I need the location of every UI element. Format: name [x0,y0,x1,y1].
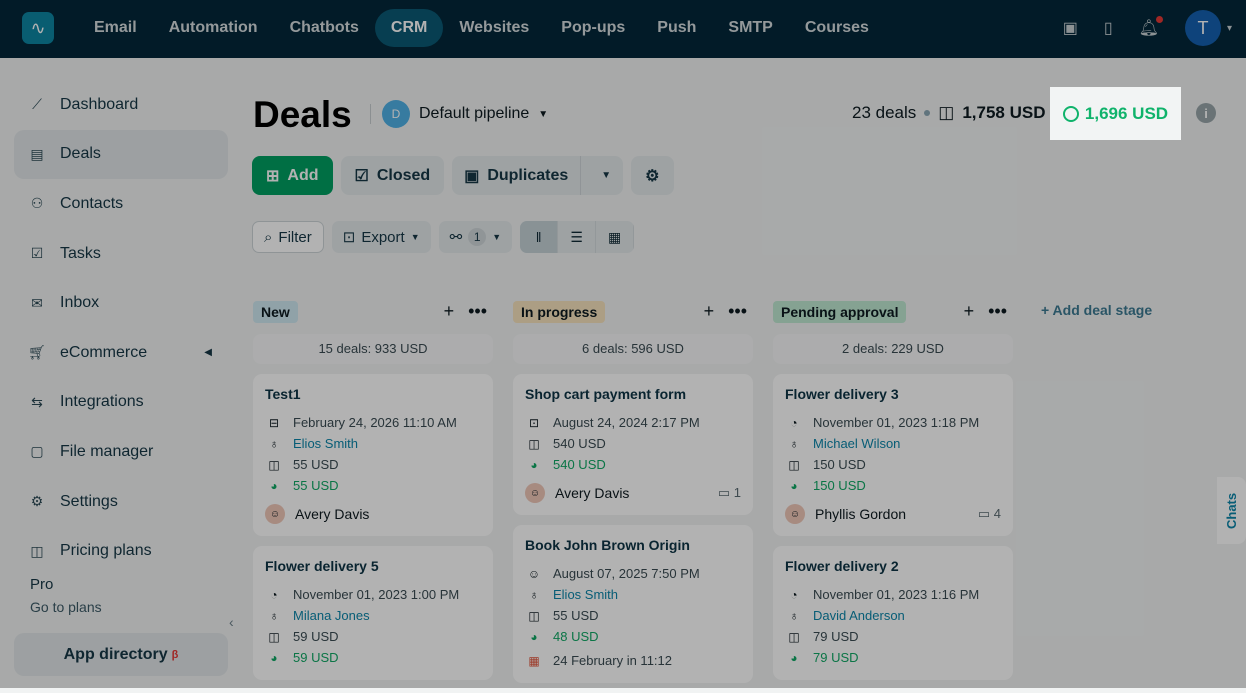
weighted-amount-value: 1,696 USD [1084,103,1169,123]
weighted-amount: 1,696 USD [1050,87,1181,140]
pie-icon [1062,105,1079,122]
